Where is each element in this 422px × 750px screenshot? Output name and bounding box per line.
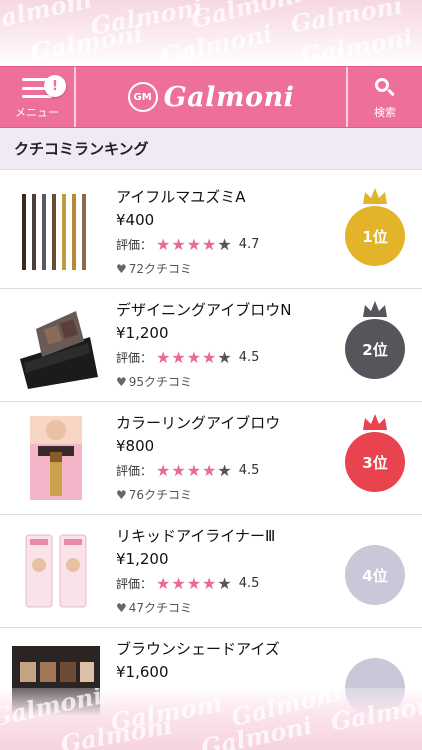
item-price: ¥800 (116, 437, 155, 455)
item-info: デザイニングアイブロウN ¥1,200 評価： ★★★★★ 4.5 ♥ 95クチ… (116, 299, 316, 390)
item-info: リキッドアイライナーⅢ ¥1,200 評価： ★★★★★ 4.5 ♥ 47クチコ… (116, 525, 316, 616)
search-label: 検索 (374, 106, 396, 119)
logo-text: Galmoni (163, 81, 295, 113)
star-rating-icon: ★★★★★ (156, 574, 233, 593)
rating-score: 4.7 (238, 237, 260, 252)
heart-icon: ♥ (116, 487, 127, 502)
bottom-decorative-band: Galmoni Galmoni Galmoni Galmoni Galmoni … (0, 688, 422, 750)
review-count-text: 76クチコミ (128, 488, 193, 502)
item-rating: 評価： ★★★★★ 4.7 (116, 235, 316, 254)
item-price: ¥1,200 (116, 324, 169, 342)
item-name: リキッドアイライナーⅢ (116, 527, 276, 545)
rank-badge: 1位 (345, 206, 405, 266)
rating-label: 評価： (116, 577, 153, 591)
item-info: アイフルマユズミA ¥400 評価： ★★★★★ 4.7 ♥ 72クチコミ (116, 186, 316, 277)
menu-label: メニュー (15, 106, 59, 119)
crown-icon (363, 414, 387, 430)
rank-badge: 2位 (345, 319, 405, 379)
rating-label: 評価： (116, 238, 153, 252)
star-rating-icon: ★★★★★ (156, 461, 233, 480)
rating-score: 4.5 (238, 576, 260, 591)
item-name: ブラウンシェードアイズ (116, 640, 280, 658)
item-price: ¥1,600 (116, 663, 169, 681)
eyeliner-pack-image (10, 525, 102, 617)
watermark-logo: Galmoni (28, 18, 145, 66)
item-info: ブラウンシェードアイズ ¥1,600 (116, 638, 316, 681)
rating-score: 4.5 (238, 350, 260, 365)
ranking-item[interactable]: カラーリングアイブロウ ¥800 評価： ★★★★★ 4.5 ♥ 76クチコミ … (0, 402, 422, 515)
heart-icon: ♥ (116, 261, 127, 276)
review-count: ♥ 47クチコミ (116, 599, 316, 616)
review-count: ♥ 76クチコミ (116, 486, 316, 503)
star-rating-icon: ★★★★★ (156, 235, 233, 254)
item-name: デザイニングアイブロウN (116, 301, 292, 319)
menu-button[interactable]: ! メニュー (0, 67, 76, 127)
item-name: アイフルマユズミA (116, 188, 246, 206)
eyebrow-palette-image (10, 299, 102, 391)
app-logo[interactable]: GM Galmoni (76, 67, 346, 127)
item-price: ¥1,200 (116, 550, 169, 568)
ranking-item[interactable]: アイフルマユズミA ¥400 評価： ★★★★★ 4.7 ♥ 72クチコミ 1位 (0, 176, 422, 289)
item-rating: 評価： ★★★★★ 4.5 (116, 574, 316, 593)
crown-icon (363, 301, 387, 317)
rating-score: 4.5 (238, 463, 260, 478)
item-rating: 評価： ★★★★★ 4.5 (116, 461, 316, 480)
rating-label: 評価： (116, 464, 153, 478)
top-decorative-band: Galmoni Galmoni Galmoni Galmoni Galmoni … (0, 0, 422, 66)
crown-icon (363, 188, 387, 204)
review-count-text: 47クチコミ (128, 601, 193, 615)
app-header: ! メニュー GM Galmoni 検索 (0, 66, 422, 128)
review-count-text: 72クチコミ (128, 262, 193, 276)
rank-badge: 4位 (345, 545, 405, 605)
logo-mark-icon: GM (127, 82, 158, 112)
heart-icon: ♥ (116, 600, 127, 615)
search-button[interactable]: 検索 (346, 67, 422, 127)
search-icon (375, 78, 395, 98)
ranking-item[interactable]: デザイニングアイブロウN ¥1,200 評価： ★★★★★ 4.5 ♥ 95クチ… (0, 289, 422, 402)
eyebrow-pencils-image (10, 186, 102, 278)
item-name: カラーリングアイブロウ (116, 414, 281, 432)
review-count-text: 95クチコミ (128, 375, 193, 389)
review-count: ♥ 72クチコミ (116, 260, 316, 277)
ranking-item[interactable]: リキッドアイライナーⅢ ¥1,200 評価： ★★★★★ 4.5 ♥ 47クチコ… (0, 515, 422, 628)
item-rating: 評価： ★★★★★ 4.5 (116, 348, 316, 367)
star-rating-icon: ★★★★★ (156, 348, 233, 367)
eyebrow-mascara-image (10, 412, 102, 504)
item-price: ¥400 (116, 211, 155, 229)
item-info: カラーリングアイブロウ ¥800 評価： ★★★★★ 4.5 ♥ 76クチコミ (116, 412, 316, 503)
rank-badge: 3位 (345, 432, 405, 492)
rating-label: 評価： (116, 351, 153, 365)
review-count: ♥ 95クチコミ (116, 373, 316, 390)
ranking-list: アイフルマユズミA ¥400 評価： ★★★★★ 4.7 ♥ 72クチコミ 1位 (0, 176, 422, 741)
page-title: クチコミランキング (0, 128, 422, 170)
notification-badge: ! (44, 75, 66, 97)
heart-icon: ♥ (116, 374, 127, 389)
